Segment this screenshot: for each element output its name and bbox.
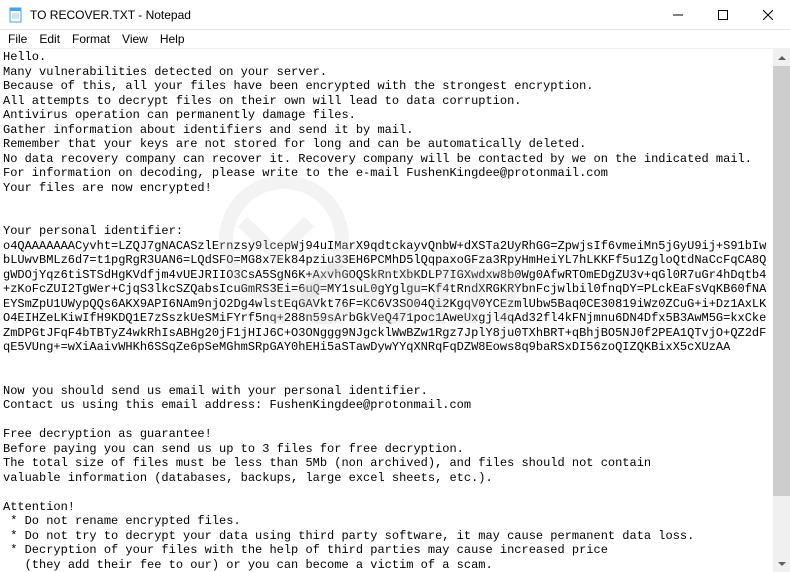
maximize-button[interactable] (700, 0, 745, 29)
window-controls (655, 0, 790, 29)
title-bar: TO RECOVER.TXT - Notepad (0, 0, 790, 30)
notepad-app-icon (8, 7, 24, 23)
menu-file[interactable]: File (2, 31, 33, 47)
menu-help[interactable]: Help (154, 31, 191, 47)
scroll-up-button[interactable] (773, 49, 790, 66)
menu-edit[interactable]: Edit (33, 31, 66, 47)
scroll-down-button[interactable] (773, 555, 790, 572)
menu-bar: File Edit Format View Help (0, 30, 790, 49)
scroll-track[interactable] (773, 66, 790, 555)
menu-format[interactable]: Format (66, 31, 116, 47)
menu-view[interactable]: View (116, 31, 154, 47)
window-title: TO RECOVER.TXT - Notepad (30, 8, 655, 22)
minimize-button[interactable] (655, 0, 700, 29)
close-button[interactable] (745, 0, 790, 29)
vertical-scrollbar[interactable] (773, 49, 790, 572)
scroll-thumb[interactable] (773, 66, 790, 496)
text-area[interactable]: Hello. Many vulnerabilities detected on … (0, 49, 773, 572)
